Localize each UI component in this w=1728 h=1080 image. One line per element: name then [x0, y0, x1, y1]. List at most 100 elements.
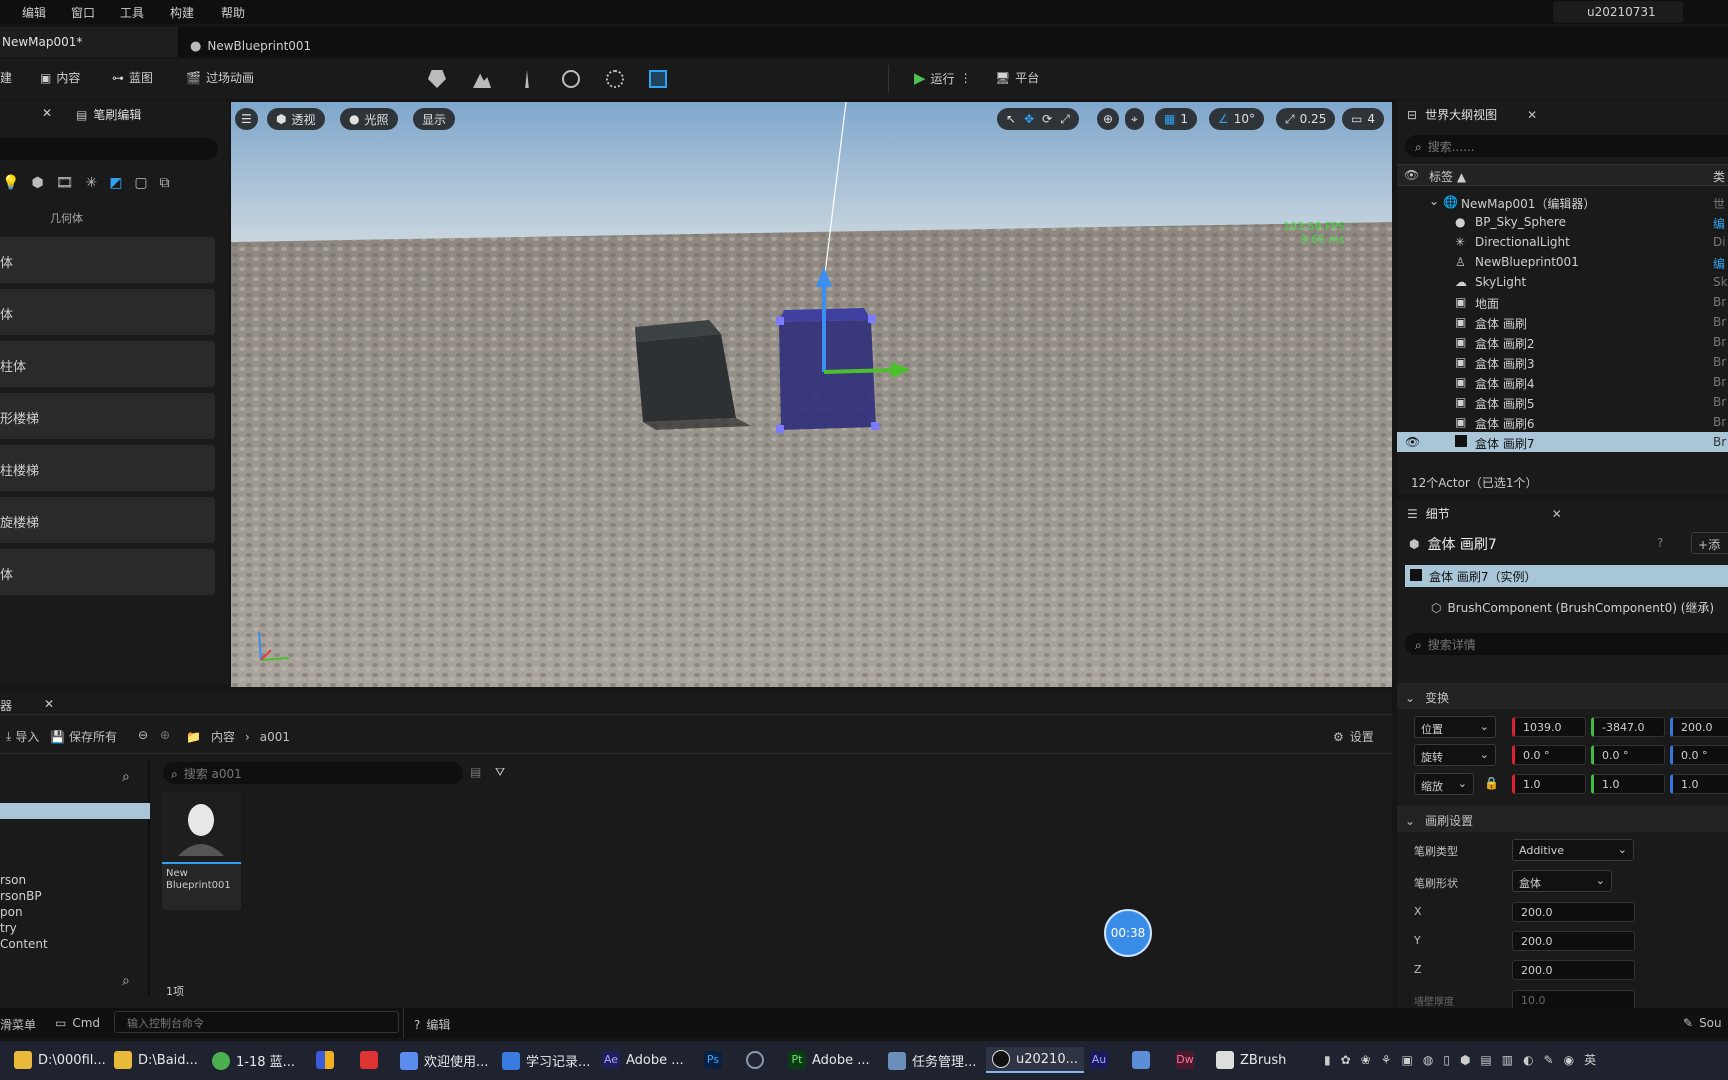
table-row[interactable]: ▣ 盒体 画刷3 Br	[1397, 352, 1728, 372]
tray-icon[interactable]: ⚘	[1381, 1053, 1392, 1067]
taskbar-item[interactable]: 1-18 蓝...	[212, 1051, 295, 1070]
taskbar-item[interactable]: Ps	[704, 1051, 722, 1069]
close-icon[interactable]: ✕	[42, 106, 52, 120]
close-icon[interactable]: ✕	[1552, 507, 1562, 521]
rotation-z-field[interactable]: 0.0 °	[1670, 745, 1728, 765]
taskbar-item[interactable]	[1132, 1051, 1150, 1069]
table-row-selected[interactable]: 👁 盒体 画刷7 Br	[1397, 432, 1728, 452]
taskbar-item[interactable]: Pt Adobe ...	[788, 1051, 870, 1069]
brush-settings-section[interactable]: ⌄ 画刷设置	[1397, 806, 1728, 832]
taskbar-item[interactable]: Dw	[1176, 1051, 1194, 1069]
perspective-button[interactable]: ⬢ 透视	[267, 108, 325, 130]
menu-edit[interactable]: 编辑	[22, 4, 46, 21]
show-button[interactable]: 显示	[413, 108, 456, 130]
add-component-button[interactable]: +添	[1691, 532, 1728, 554]
move-icon[interactable]: ✥	[1024, 112, 1034, 126]
tray-icon[interactable]: ▯	[1443, 1053, 1450, 1067]
outliner-search-input[interactable]: ⌕ 搜索......	[1405, 135, 1728, 157]
table-row[interactable]: ▣ 盒体 画刷6 Br	[1397, 412, 1728, 432]
wall-thickness-field[interactable]: 10.0	[1512, 990, 1635, 1010]
search-icon[interactable]: ⌕	[122, 769, 130, 785]
world-local-button[interactable]: ⊕	[1097, 108, 1120, 130]
scale-dropdown[interactable]: 缩放 ⌄	[1414, 773, 1474, 795]
close-icon[interactable]: ✕	[1527, 108, 1537, 122]
visibility-icon[interactable]: 👁	[1405, 435, 1420, 449]
brush-edit-mode-icon[interactable]	[649, 70, 667, 88]
source-control-button[interactable]: ✎ Sou	[1683, 1016, 1722, 1030]
folder-item[interactable]: try	[0, 920, 48, 936]
list-item[interactable]: 体	[0, 289, 215, 335]
play-button[interactable]: ▶ 运行 ⋮	[914, 69, 972, 87]
details-tab[interactable]: ☰ 细节 ✕	[1407, 505, 1562, 522]
platform-button[interactable]: 🖥 平台	[995, 69, 1039, 86]
tab-blueprint[interactable]: ● NewBlueprint001	[190, 27, 311, 57]
table-row[interactable]: ▣ 盒体 画刷 Br	[1397, 312, 1728, 332]
list-item[interactable]: 体	[0, 549, 215, 595]
taskbar-item[interactable]: 学习记录...	[502, 1051, 590, 1070]
list-item[interactable]: 旋楼梯	[0, 497, 215, 543]
foliage-mode-icon[interactable]	[525, 70, 529, 88]
create-button[interactable]: 创建	[0, 69, 12, 86]
brush-type-dropdown[interactable]: Additive ⌄	[1512, 839, 1634, 861]
menu-build[interactable]: 构建	[170, 4, 194, 21]
taskbar-item[interactable]: Ae Adobe ...	[602, 1051, 684, 1069]
tray-icon[interactable]: ▮	[1324, 1053, 1331, 1067]
folder-item[interactable]: pon	[0, 904, 48, 920]
taskbar-item[interactable]	[316, 1051, 334, 1069]
user-account[interactable]: u20210731	[1553, 1, 1683, 23]
help-icon[interactable]: ?	[1657, 536, 1663, 550]
scale-y-field[interactable]: 1.0	[1591, 774, 1665, 794]
location-dropdown[interactable]: 位置 ⌄	[1414, 716, 1496, 738]
location-z-field[interactable]: 200.0	[1670, 717, 1728, 737]
taskbar-item[interactable]: ZBrush	[1216, 1051, 1286, 1069]
breadcrumb-leaf[interactable]: a001	[260, 730, 290, 744]
surface-snap-button[interactable]: ⌖	[1125, 108, 1144, 130]
cinematics-button[interactable]: 🎬 过场动画	[186, 69, 254, 86]
table-row[interactable]: ☁ SkyLight Sk	[1397, 272, 1728, 292]
level-viewport[interactable]: ☰ ⬢ 透视 ● 光照 显示 ↖ ✥ ⟳ ⤢ ⊕ ⌖ ▦ 1 ∠ 10° ⤢ 0.25 ▭…	[231, 102, 1392, 687]
volume-icon[interactable]: ▢	[134, 175, 147, 191]
brush-shape-dropdown[interactable]: 盒体 ⌄	[1512, 870, 1612, 892]
component-row[interactable]: ⬡ BrushComponent (BrushComponent0) (继承)	[1431, 599, 1714, 616]
visibility-icon[interactable]: 👁	[1404, 168, 1419, 182]
light-icon[interactable]: 💡	[2, 175, 19, 191]
rotation-x-field[interactable]: 0.0 °	[1512, 745, 1586, 765]
import-button[interactable]: ⤓ 导入	[6, 728, 39, 745]
selected-folder-row[interactable]	[0, 803, 150, 819]
tray-icon[interactable]: ▥	[1502, 1053, 1513, 1067]
search-input[interactable]	[0, 138, 218, 160]
table-row[interactable]: ✳ DirectionalLight Di	[1397, 232, 1728, 252]
table-row[interactable]: ♙ NewBlueprint001 编	[1397, 252, 1728, 272]
chevron-down-icon[interactable]: ⌄	[1429, 194, 1439, 208]
taskbar-item[interactable]: 任务管理...	[888, 1051, 976, 1070]
tray-icon[interactable]: ◉	[1564, 1053, 1574, 1067]
y-field[interactable]: 200.0	[1512, 931, 1635, 951]
filter-icon[interactable]: ⛛	[495, 765, 505, 780]
column-label[interactable]: 标签 ▲	[1429, 168, 1466, 185]
forward-icon[interactable]: ⊕	[160, 728, 170, 742]
content-drawer-button[interactable]: 内容侧滑菜单	[0, 1016, 36, 1033]
language-indicator[interactable]: 英	[1584, 1051, 1596, 1068]
scale-icon[interactable]: ⤢	[1060, 112, 1070, 127]
folder-item[interactable]: Content	[0, 936, 48, 952]
taskbar-item[interactable]: Au	[1090, 1051, 1108, 1069]
list-item[interactable]: 柱楼梯	[0, 445, 215, 491]
menu-help[interactable]: 帮助	[221, 4, 245, 21]
table-row[interactable]: ▣ 盒体 画刷5 Br	[1397, 392, 1728, 412]
back-icon[interactable]: ⊖	[138, 728, 148, 742]
table-row[interactable]: ● BP_Sky_Sphere 编	[1397, 212, 1728, 232]
tray-icon[interactable]: ✿	[1341, 1053, 1351, 1067]
select-icon[interactable]: ↖	[1006, 112, 1016, 126]
tray-icon[interactable]: ◐	[1523, 1053, 1533, 1067]
close-icon[interactable]: ✕	[44, 697, 54, 711]
rotate-icon[interactable]: ⟳	[1042, 112, 1052, 126]
table-row[interactable]: ⌄ 🌐 NewMap001（编辑器） 世	[1397, 192, 1728, 212]
table-row[interactable]: ▣ 盒体 画刷4 Br	[1397, 372, 1728, 392]
save-all-button[interactable]: 💾 保存所有	[50, 728, 117, 745]
outliner-tab[interactable]: ⊟ 世界大纲视图 ✕	[1407, 106, 1537, 123]
scale-snap-button[interactable]: ⤢ 0.25	[1276, 108, 1336, 130]
console-input[interactable]: 输入控制台命令	[114, 1011, 399, 1033]
breadcrumb-root[interactable]: 内容	[211, 728, 235, 745]
transform-section[interactable]: ⌄ 变换	[1397, 683, 1728, 709]
taskbar-item[interactable]	[746, 1051, 764, 1069]
